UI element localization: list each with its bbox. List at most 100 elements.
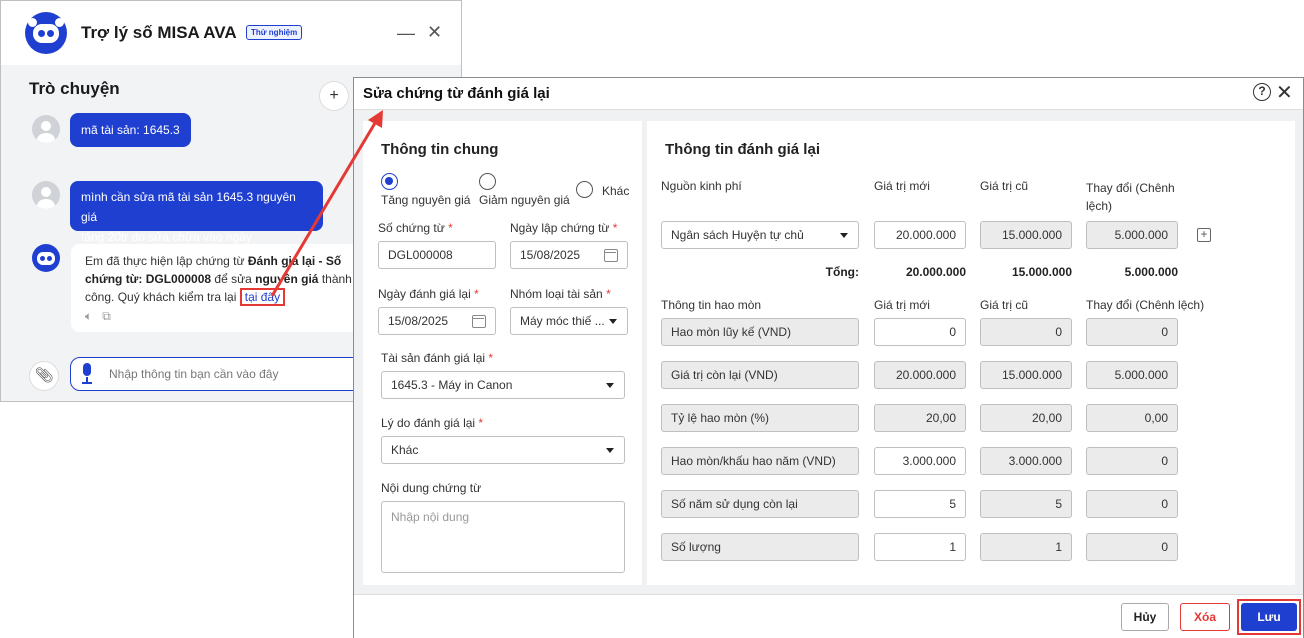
wear-change-header: Thay đổi (Chênh lệch): [1086, 298, 1205, 312]
old-value-header: Giá trị cũ: [980, 179, 1029, 193]
voucher-date-label: Ngày lập chứng từ *: [510, 221, 618, 235]
edit-revaluation-dialog: Sửa chứng từ đánh giá lại ? ✕ Thông tin …: [353, 77, 1304, 638]
wear-header: Thông tin hao mòn: [661, 298, 762, 312]
speaker-icon[interactable]: 🔈︎: [85, 309, 92, 323]
wear-row-change: 0: [1086, 318, 1178, 346]
voucher-no-label: Số chứng từ *: [378, 221, 453, 235]
chat-title: Trợ lý số MISA AVA: [81, 23, 237, 42]
reval-date-label: Ngày đánh giá lại *: [378, 287, 479, 301]
wear-row-label: Hao mòn lũy kế (VND): [661, 318, 859, 346]
funding-source-select[interactable]: Ngân sách Huyện tự chủ: [661, 221, 859, 249]
total-new: 20.000.000: [905, 265, 966, 279]
bot-text-bold: nguyên giá: [255, 272, 319, 286]
ava-logo-icon: [25, 12, 67, 54]
microphone-icon[interactable]: [80, 363, 94, 385]
wear-row-old: 5: [980, 490, 1072, 518]
funding-old-value: 15.000.000: [980, 221, 1072, 249]
funding-new-value[interactable]: 20.000.000: [874, 221, 966, 249]
voucher-no-field[interactable]: DGL000008: [378, 241, 496, 269]
wear-row-change: 0: [1086, 490, 1178, 518]
change-header: Thay đổi (Chênh lệch): [1086, 181, 1175, 213]
wear-row-label: Số năm sử dụng còn lại: [661, 490, 859, 518]
wear-row-change: 0,00: [1086, 404, 1178, 432]
asset-group-select[interactable]: Máy móc thiế ...: [510, 307, 628, 335]
chevron-down-icon: [609, 319, 617, 324]
wear-row-old: 20,00: [980, 404, 1072, 432]
dialog-close-icon[interactable]: ✕: [1276, 80, 1293, 105]
chevron-down-icon: [606, 448, 614, 453]
bot-text: Em đã thực hiện lập chứng từ: [85, 254, 248, 268]
wear-new-header: Giá trị mới: [874, 298, 930, 312]
wear-row-old: 15.000.000: [980, 361, 1072, 389]
wear-row-new[interactable]: 0: [874, 318, 966, 346]
bot-message: Em đã thực hiện lập chứng từ Đánh giá lạ…: [71, 244, 366, 332]
minimize-icon[interactable]: —: [397, 23, 415, 44]
radio-increase-cost[interactable]: [381, 173, 398, 190]
copy-icon[interactable]: ⧉: [102, 309, 111, 323]
plus-icon: +: [329, 87, 339, 104]
close-icon[interactable]: ✕: [427, 22, 442, 43]
calendar-icon: [472, 315, 486, 328]
wear-row-new[interactable]: 3.000.000: [874, 447, 966, 475]
total-label: Tổng:: [825, 265, 859, 279]
wear-row-old: 3.000.000: [980, 447, 1072, 475]
beta-badge: Thử nghiệm: [246, 25, 303, 40]
general-info-title: Thông tin chung: [381, 141, 499, 158]
content-label: Nội dung chứng từ: [381, 481, 482, 495]
general-info-panel: Thông tin chung Tăng nguyên giá Giảm ngu…: [363, 121, 642, 585]
wear-row-change: 0: [1086, 533, 1178, 561]
view-here-link[interactable]: tại đây: [239, 288, 286, 306]
revaluation-info-title: Thông tin đánh giá lại: [665, 141, 820, 158]
wear-row-label: Hao mòn/khấu hao năm (VND): [661, 447, 859, 475]
funding-change-value: 5.000.000: [1086, 221, 1178, 249]
asset-group-label: Nhóm loại tài sản *: [510, 287, 611, 301]
total-old: 15.000.000: [1011, 265, 1072, 279]
save-button[interactable]: Lưu: [1241, 603, 1297, 631]
voucher-date-field[interactable]: 15/08/2025: [510, 241, 628, 269]
reval-date-field[interactable]: 15/08/2025: [378, 307, 496, 335]
user-message-text: mã tài sản: 1645.3: [81, 123, 180, 137]
dialog-header: Sửa chứng từ đánh giá lại ? ✕: [354, 78, 1303, 110]
bot-text: để sửa: [211, 272, 256, 286]
calendar-icon: [604, 249, 618, 262]
total-change: 5.000.000: [1124, 265, 1178, 279]
reason-select[interactable]: Khác: [381, 436, 625, 464]
attach-button[interactable]: 📎︎: [29, 361, 59, 391]
wear-row-old: 1: [980, 533, 1072, 561]
chat-input[interactable]: [70, 357, 370, 391]
asset-select[interactable]: 1645.3 - Máy in Canon: [381, 371, 625, 399]
new-value-header: Giá trị mới: [874, 179, 930, 193]
revaluation-info-panel: Thông tin đánh giá lại Nguồn kinh phí Gi…: [647, 121, 1295, 585]
dialog-title: Sửa chứng từ đánh giá lại: [363, 85, 550, 102]
user-message-line: mình cần sửa mã tài sản 1645.3 nguyên gi…: [81, 190, 296, 224]
wear-row-new[interactable]: 5: [874, 490, 966, 518]
reason-label: Lý do đánh giá lại *: [381, 416, 484, 430]
add-funding-button[interactable]: +: [1197, 228, 1211, 242]
user-avatar: [32, 115, 60, 143]
delete-button[interactable]: Xóa: [1180, 603, 1230, 631]
conversation-title: Trò chuyện: [29, 79, 120, 98]
wear-row-change: 0: [1086, 447, 1178, 475]
dialog-footer: Hủy Xóa Lưu: [354, 594, 1303, 638]
radio-other-label: Khác: [602, 184, 630, 198]
wear-row-new[interactable]: 1: [874, 533, 966, 561]
chat-header: Trợ lý số MISA AVA Thử nghiệm — ✕: [1, 1, 461, 65]
chevron-down-icon: [840, 233, 848, 238]
paperclip-icon: 📎︎: [34, 367, 54, 384]
help-icon[interactable]: ?: [1253, 83, 1271, 101]
user-message: mã tài sản: 1645.3: [70, 113, 191, 147]
radio-decrease-cost[interactable]: [479, 173, 496, 190]
wear-old-header: Giá trị cũ: [980, 298, 1029, 312]
wear-row-new: 20.000.000: [874, 361, 966, 389]
wear-row-old: 0: [980, 318, 1072, 346]
chevron-down-icon: [606, 383, 614, 388]
user-message: mình cần sửa mã tài sản 1645.3 nguyên gi…: [70, 181, 323, 264]
content-textarea[interactable]: [381, 501, 625, 573]
new-chat-button[interactable]: +: [319, 81, 349, 111]
wear-row-new: 20,00: [874, 404, 966, 432]
wear-row-change: 5.000.000: [1086, 361, 1178, 389]
user-avatar: [32, 181, 60, 209]
message-tools: 🔈︎ ⧉: [85, 309, 111, 324]
radio-other[interactable]: [576, 181, 593, 198]
cancel-button[interactable]: Hủy: [1121, 603, 1169, 631]
